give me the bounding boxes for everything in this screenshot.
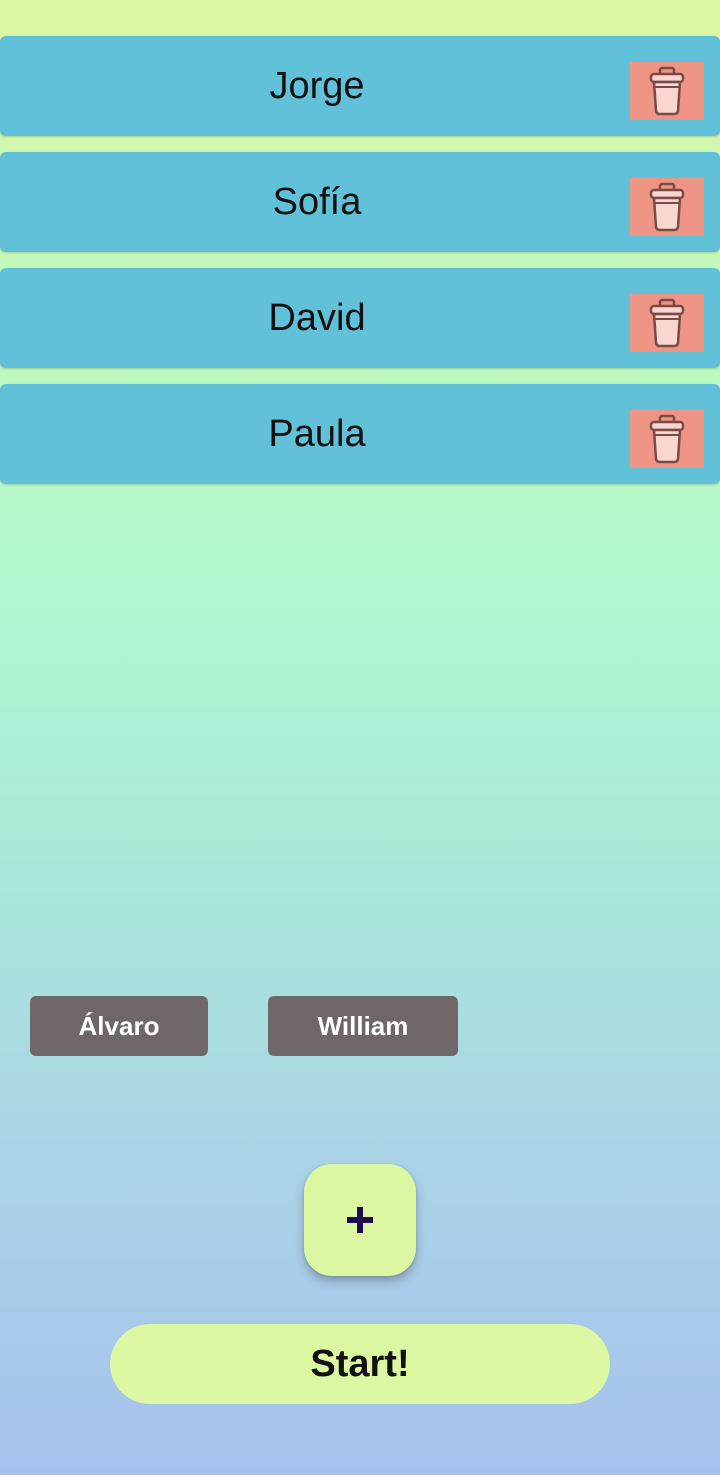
player-row: Paula [0,384,720,484]
trash-icon [649,182,685,232]
player-row: David [0,268,720,368]
add-player-button[interactable] [304,1164,416,1276]
delete-player-button[interactable] [630,410,704,468]
player-row: Jorge [0,36,720,136]
plus-icon [347,1207,373,1233]
trash-icon [649,414,685,464]
player-name: Jorge [269,65,365,107]
trash-icon [649,66,685,116]
player-row: Sofía [0,152,720,252]
player-name: Paula [268,413,366,455]
delete-player-button[interactable] [630,178,704,236]
delete-player-button[interactable] [630,62,704,120]
start-button[interactable]: Start! [110,1324,610,1404]
player-list: Jorge Sofía David Paula [0,36,720,500]
suggestion-chip-alvaro[interactable]: Álvaro [30,996,208,1056]
player-name: David [268,297,366,339]
player-name: Sofía [272,181,362,223]
delete-player-button[interactable] [630,294,704,352]
trash-icon [649,298,685,348]
suggestion-chip-william[interactable]: William [268,996,458,1056]
